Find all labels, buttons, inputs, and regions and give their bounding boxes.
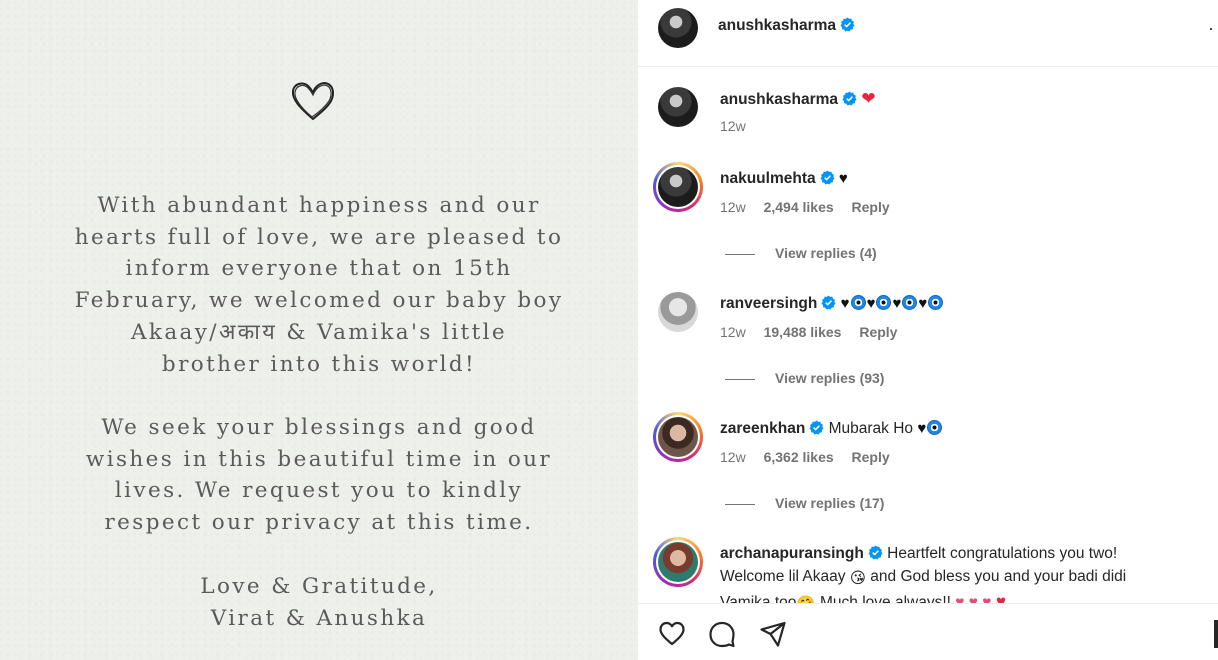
view-replies-label[interactable]: View replies (4) xyxy=(775,245,877,261)
announcement-signature: Love & Gratitude, Virat & Anushka xyxy=(0,571,638,634)
story-ring[interactable] xyxy=(653,412,703,462)
comment-meta: 12w 2,494 likes Reply xyxy=(720,199,904,215)
black-heart-emoji: ♥ xyxy=(892,295,902,312)
speech-bubble-icon[interactable] xyxy=(708,620,736,648)
view-replies-label[interactable]: View replies (93) xyxy=(775,370,884,386)
comment-text: Welcome lil Akaay xyxy=(720,568,846,585)
comment-time[interactable]: 12w xyxy=(720,118,746,134)
view-replies-button[interactable]: View replies (4) xyxy=(725,245,877,261)
announcement-line: hearts full of love, we are pleased to xyxy=(74,224,564,250)
comment-body: archanapuransingh Heartfelt congratulati… xyxy=(720,542,1190,603)
announcement-line: We seek your blessings and good xyxy=(101,415,537,440)
nazar-amulet-emoji xyxy=(928,295,944,310)
replies-divider xyxy=(725,253,755,255)
comment-text: Heartfelt congratulations you two! xyxy=(887,545,1118,562)
announcement-paragraph-1: With abundant happiness and our hearts f… xyxy=(0,190,638,380)
announcement-line: inform everyone that on 15th xyxy=(125,256,513,282)
verified-badge-icon xyxy=(868,545,883,560)
username-text[interactable]: anushkasharma xyxy=(718,17,836,34)
pink-hearts-emoji: ♥ ♥ ♥ xyxy=(955,594,992,603)
kissing-face-emoji: 😘 xyxy=(849,570,866,587)
story-ring[interactable] xyxy=(653,162,703,212)
comment-likes[interactable]: 19,488 likes xyxy=(764,324,842,340)
comment-text: Vamika too xyxy=(720,594,797,603)
nazar-amulet-emoji xyxy=(927,420,943,435)
announcement-line: Love & Gratitude, xyxy=(200,574,438,599)
avatar[interactable] xyxy=(658,417,698,457)
comment-text: Much love always!! xyxy=(820,594,951,603)
black-heart-emoji: ♥ xyxy=(838,170,848,187)
avatar[interactable] xyxy=(658,292,698,332)
post-image[interactable]: With abundant happiness and our hearts f… xyxy=(0,0,638,660)
verified-badge-icon xyxy=(842,91,857,106)
view-replies-label[interactable]: View replies (17) xyxy=(775,495,884,511)
announcement-paragraph-2: We seek your blessings and good wishes i… xyxy=(0,412,638,539)
post-actions-bar xyxy=(638,603,1218,660)
heart-outline-icon[interactable] xyxy=(658,620,686,648)
comment-meta: 12w xyxy=(720,118,760,134)
post-header: anushkasharma · xyxy=(638,0,1218,67)
reply-button[interactable]: Reply xyxy=(859,324,897,340)
story-ring[interactable] xyxy=(653,537,703,587)
announcement-line: lives. We request you to kindly xyxy=(114,478,524,504)
comment-body: nakuulmehta ♥ xyxy=(720,167,1190,190)
view-replies-button[interactable]: View replies (17) xyxy=(725,495,884,511)
nazar-amulet-emoji xyxy=(850,295,866,310)
verified-badge-icon xyxy=(821,295,836,310)
comment-time[interactable]: 12w xyxy=(720,324,746,340)
avatar[interactable] xyxy=(658,167,698,207)
comment-meta: 12w 6,362 likes Reply xyxy=(720,449,904,465)
comment-likes[interactable]: 6,362 likes xyxy=(764,449,834,465)
comment-username[interactable]: anushkasharma xyxy=(720,91,838,108)
black-heart-emoji: ♥ xyxy=(918,295,928,312)
more-options-button[interactable]: · xyxy=(1208,18,1214,39)
nazar-amulet-emoji xyxy=(902,295,918,310)
caption-body: anushkasharma ❤ xyxy=(720,87,1190,111)
black-heart-emoji: ♥ xyxy=(866,295,876,312)
avatar[interactable] xyxy=(658,8,698,48)
verified-badge-icon xyxy=(809,420,824,435)
reply-button[interactable]: Reply xyxy=(852,449,890,465)
comment-username[interactable]: nakuulmehta xyxy=(720,170,816,187)
comments-list[interactable]: anushkasharma ❤ 12w nakuulmehta ♥ 12w 2,… xyxy=(638,67,1218,603)
comment-text: and God bless you and your badi didi xyxy=(870,568,1127,585)
view-replies-button[interactable]: View replies (93) xyxy=(725,370,884,386)
announcement-line: brother into this world! xyxy=(161,351,477,377)
red-heart-emoji: ♥ xyxy=(995,592,1006,603)
announcement-line: Akaay/अकाय & Vamika's little xyxy=(130,319,508,345)
avatar[interactable] xyxy=(658,87,698,127)
comment-body: zareenkhan Mubarak Ho ♥ xyxy=(720,417,1190,440)
comment-time[interactable]: 12w xyxy=(720,199,746,215)
announcement-line: wishes in this beautiful time in our xyxy=(85,446,553,472)
nazar-amulet-emoji xyxy=(876,295,892,310)
announcement-line: With abundant happiness and our xyxy=(97,193,541,218)
verified-badge-icon xyxy=(820,170,835,185)
comment-body: ranveersingh ♥ ♥ ♥ ♥ xyxy=(720,292,1190,315)
heart-doodle-icon xyxy=(291,81,334,121)
replies-divider xyxy=(725,503,755,505)
comment-text: Mubarak Ho xyxy=(828,420,914,437)
verified-badge-icon xyxy=(840,17,855,32)
avatar[interactable] xyxy=(658,542,698,582)
post-side-panel: anushkasharma · anushkasharma ❤ 12w naku… xyxy=(638,0,1218,660)
announcement-line: respect our privacy at this time. xyxy=(104,510,534,536)
announcement-line: Virat & Anushka xyxy=(210,605,428,631)
replies-divider xyxy=(725,378,755,380)
red-heart-emoji: ❤ xyxy=(861,89,876,108)
hugging-face-emoji: 🤗 xyxy=(796,593,815,603)
black-heart-emoji: ♥ xyxy=(917,420,927,437)
black-heart-emoji: ♥ xyxy=(840,295,850,312)
comment-meta: 12w 19,488 likes Reply xyxy=(720,324,911,340)
comment-username[interactable]: archanapuransingh xyxy=(720,545,864,562)
emoji-sequence: ♥ ♥ ♥ ♥ xyxy=(841,295,945,312)
reply-button[interactable]: Reply xyxy=(852,199,890,215)
comment-time[interactable]: 12w xyxy=(720,449,746,465)
paper-plane-icon[interactable] xyxy=(759,620,787,648)
announcement-line: February, we welcomed our baby boy xyxy=(74,288,564,314)
save-icon[interactable] xyxy=(1214,620,1218,648)
header-username[interactable]: anushkasharma xyxy=(718,17,855,35)
comment-likes[interactable]: 2,494 likes xyxy=(764,199,834,215)
comment-username[interactable]: zareenkhan xyxy=(720,420,805,437)
comment-username[interactable]: ranveersingh xyxy=(720,295,817,312)
